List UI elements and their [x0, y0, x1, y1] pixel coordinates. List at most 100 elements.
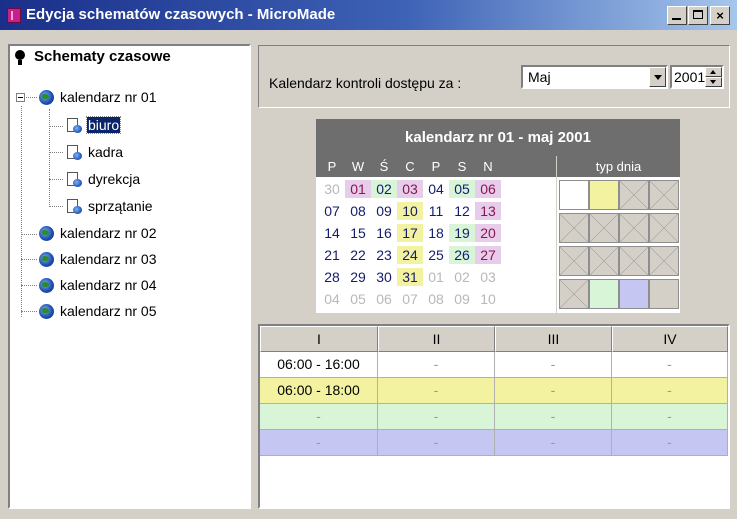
calendar-day[interactable]: 29 [345, 268, 371, 286]
calendar-day[interactable]: 07 [397, 290, 423, 308]
schedule-doc-icon [66, 172, 82, 188]
schedule-cell[interactable]: 06:00 - 18:00 [260, 378, 378, 404]
year-spinner[interactable]: 2001 [670, 65, 724, 89]
maximize-button[interactable] [688, 6, 708, 25]
day-type-empty[interactable] [589, 213, 619, 243]
tree-item-label: dyrekcja [88, 171, 141, 187]
calendar-day[interactable]: 01 [423, 268, 449, 286]
day-type-empty[interactable] [619, 180, 649, 210]
calendar-day[interactable]: 19 [449, 224, 475, 242]
tree-item-label: kalendarz nr 02 [60, 225, 157, 241]
calendar-day[interactable]: 10 [397, 202, 423, 220]
schedule-cell[interactable]: - [378, 430, 495, 456]
schedule-cell[interactable]: - [495, 378, 612, 404]
schedule-column-header[interactable]: I [260, 326, 378, 352]
calendar-day[interactable]: 08 [423, 290, 449, 308]
schedule-cell[interactable]: - [260, 430, 378, 456]
schedule-row[interactable]: 06:00 - 16:00- - - [260, 352, 728, 378]
schedule-cell[interactable]: - [260, 404, 378, 430]
schedule-cell[interactable]: - [612, 430, 728, 456]
chevron-down-icon[interactable] [649, 67, 666, 87]
collapse-toggle[interactable] [16, 93, 25, 102]
day-type-empty[interactable] [589, 246, 619, 276]
schedule-row[interactable]: ---- [260, 404, 728, 430]
day-type-swatch[interactable] [589, 180, 619, 210]
globe-icon [39, 252, 54, 267]
tree-line [21, 311, 37, 312]
calendar-day[interactable]: 02 [371, 180, 397, 198]
calendar-day[interactable]: 12 [449, 202, 475, 220]
schedule-cell[interactable]: - [612, 404, 728, 430]
calendar-day[interactable]: 09 [449, 290, 475, 308]
schedule-cell[interactable]: 06:00 - 16:00 [260, 352, 378, 378]
day-type-empty[interactable] [559, 213, 589, 243]
schedule-column-header[interactable]: III [495, 326, 612, 352]
tree-line [21, 259, 37, 260]
month-select[interactable]: Maj [521, 65, 668, 89]
calendar-day[interactable]: 01 [345, 180, 371, 198]
schedule-cell[interactable]: - [378, 378, 495, 404]
day-type-empty[interactable] [559, 279, 589, 309]
calendar-day[interactable]: 11 [423, 202, 449, 220]
schedule-row[interactable]: ---- [260, 430, 728, 456]
calendar-day[interactable]: 06 [475, 180, 501, 198]
calendar-day[interactable]: 13 [475, 202, 501, 220]
day-type-swatch[interactable] [619, 279, 649, 309]
app-icon [7, 8, 21, 23]
calendar-day[interactable]: 09 [371, 202, 397, 220]
day-type-empty[interactable] [649, 213, 679, 243]
schedule-cell[interactable]: - [612, 378, 728, 404]
calendar-day[interactable]: 26 [449, 246, 475, 264]
day-type-empty[interactable] [649, 180, 679, 210]
calendar-day[interactable]: 18 [423, 224, 449, 242]
calendar-day[interactable]: 30 [319, 180, 345, 198]
calendar-day[interactable]: 04 [319, 290, 345, 308]
calendar-day[interactable]: 16 [371, 224, 397, 242]
spin-up-icon[interactable] [705, 67, 722, 77]
calendar-day[interactable]: 28 [319, 268, 345, 286]
day-type-empty[interactable] [619, 213, 649, 243]
day-type-empty[interactable] [619, 246, 649, 276]
calendar-day[interactable]: 17 [397, 224, 423, 242]
calendar-day[interactable]: 30 [371, 268, 397, 286]
day-type-swatch[interactable] [589, 279, 619, 309]
calendar-day[interactable]: 08 [345, 202, 371, 220]
calendar-day[interactable]: 15 [345, 224, 371, 242]
calendar-day[interactable]: 10 [475, 290, 501, 308]
schedule-cell[interactable]: - [378, 404, 495, 430]
day-type-empty[interactable] [649, 246, 679, 276]
calendar-day[interactable]: 21 [319, 246, 345, 264]
schedule-cell[interactable]: - [495, 404, 612, 430]
calendar-day[interactable]: 23 [371, 246, 397, 264]
schedule-row[interactable]: 06:00 - 18:00- - - [260, 378, 728, 404]
spin-down-icon[interactable] [705, 77, 722, 87]
calendar-day[interactable]: 07 [319, 202, 345, 220]
calendar-day[interactable]: 06 [371, 290, 397, 308]
close-button[interactable]: × [710, 6, 730, 25]
calendar-day[interactable]: 05 [345, 290, 371, 308]
schedule-cell[interactable]: - [495, 352, 612, 378]
schedule-cell[interactable]: - [495, 430, 612, 456]
calendar-day[interactable]: 04 [423, 180, 449, 198]
minimize-button[interactable] [667, 6, 687, 25]
calendar-day[interactable]: 31 [397, 268, 423, 286]
calendar-day[interactable]: 05 [449, 180, 475, 198]
calendar-day[interactable]: 14 [319, 224, 345, 242]
calendar-day[interactable]: 27 [475, 246, 501, 264]
calendar-day[interactable]: 03 [397, 180, 423, 198]
calendar-day[interactable]: 02 [449, 268, 475, 286]
schedule-column-header[interactable]: II [378, 326, 495, 352]
schedule-cell[interactable]: - [378, 352, 495, 378]
calendar-day[interactable]: 24 [397, 246, 423, 264]
day-type-empty[interactable] [559, 246, 589, 276]
schedule-cell[interactable]: - [612, 352, 728, 378]
calendar-day[interactable]: 22 [345, 246, 371, 264]
day-type-swatch[interactable] [649, 279, 679, 309]
calendar-day[interactable]: 25 [423, 246, 449, 264]
title-bar[interactable]: Edycja schematów czasowych - MicroMade × [0, 0, 737, 30]
calendar-day[interactable]: 20 [475, 224, 501, 242]
day-type-swatch[interactable] [559, 180, 589, 210]
schedule-column-header[interactable]: IV [612, 326, 728, 352]
calendar-day[interactable]: 03 [475, 268, 501, 286]
schema-tree[interactable]: Schematy czasowe kalendarz nr 01 biuro k… [8, 44, 251, 509]
